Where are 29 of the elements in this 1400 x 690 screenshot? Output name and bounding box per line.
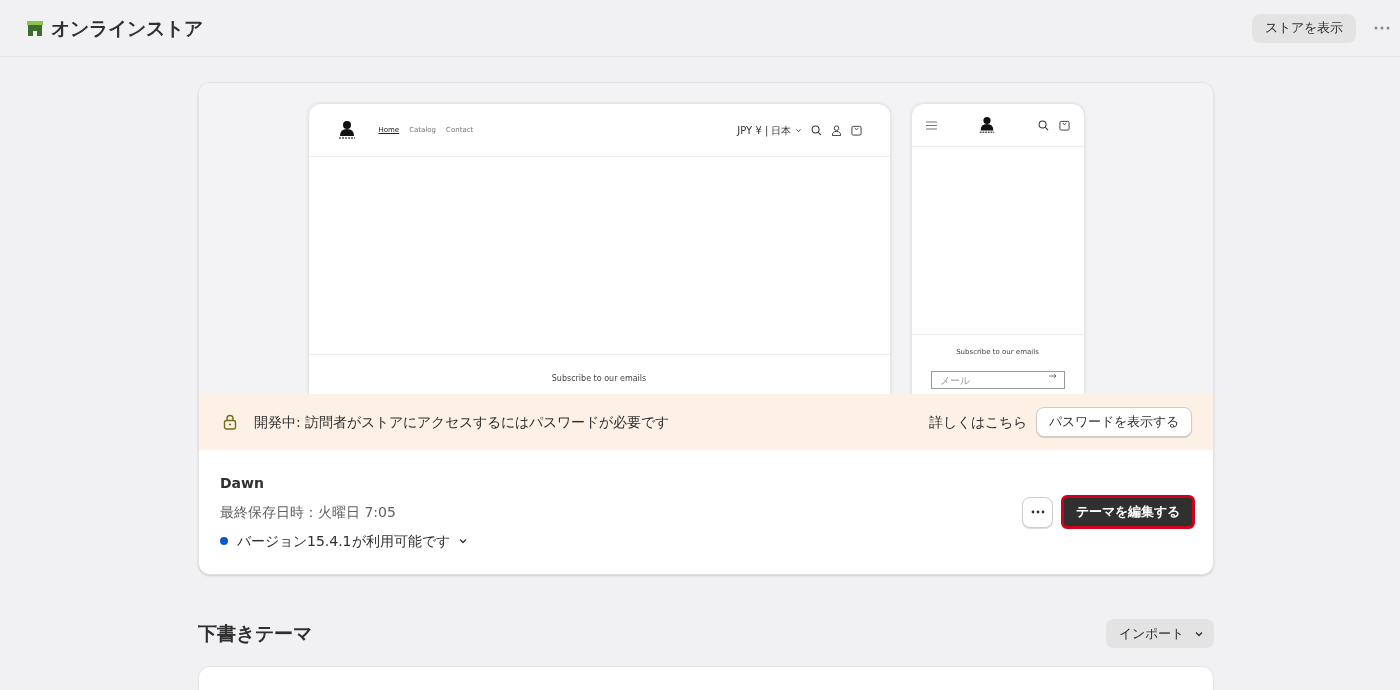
lock-icon — [223, 414, 237, 430]
person-logo-icon — [336, 120, 357, 140]
section-heading: 下書きテーマ — [198, 621, 312, 647]
footer-heading: Subscribe to our emails — [551, 373, 647, 385]
menu-icon[interactable] — [925, 120, 937, 130]
search-icon[interactable] — [1037, 119, 1049, 131]
bag-icon[interactable] — [1058, 119, 1070, 131]
email-field[interactable]: メール — [930, 371, 1065, 389]
import-button[interactable]: インポート — [1106, 619, 1214, 648]
search-icon[interactable] — [810, 124, 822, 136]
edit-theme-button[interactable]: テーマを編集する — [1061, 495, 1195, 529]
banner-message: 開発中: 訪問者がストアにアクセスするにはパスワードが必要です — [254, 412, 670, 432]
currency-selector[interactable]: JPY ¥ | 日本 — [737, 122, 802, 138]
bag-icon[interactable] — [850, 124, 862, 136]
show-password-button[interactable]: パスワードを表示する — [1036, 407, 1192, 437]
view-store-button[interactable]: ストアを表示 — [1252, 13, 1356, 43]
more-icon — [1030, 510, 1045, 514]
store-icon — [25, 18, 45, 38]
learn-more-link[interactable]: 詳しくはこちら — [929, 411, 1027, 433]
last-saved-text: 最終保存日時：火曜日 7:05 — [220, 502, 397, 522]
page-title: オンラインストア — [51, 15, 203, 41]
theme-name: Dawn — [220, 473, 265, 493]
account-icon[interactable] — [830, 124, 842, 136]
chevron-down-icon — [794, 126, 802, 134]
more-icon[interactable] — [1374, 26, 1390, 30]
version-dropdown[interactable]: バージョン15.4.1が利用可能です — [237, 530, 468, 552]
person-logo-icon — [978, 116, 996, 134]
arrow-right-icon[interactable] — [1048, 372, 1057, 379]
chevron-down-icon — [457, 536, 468, 546]
